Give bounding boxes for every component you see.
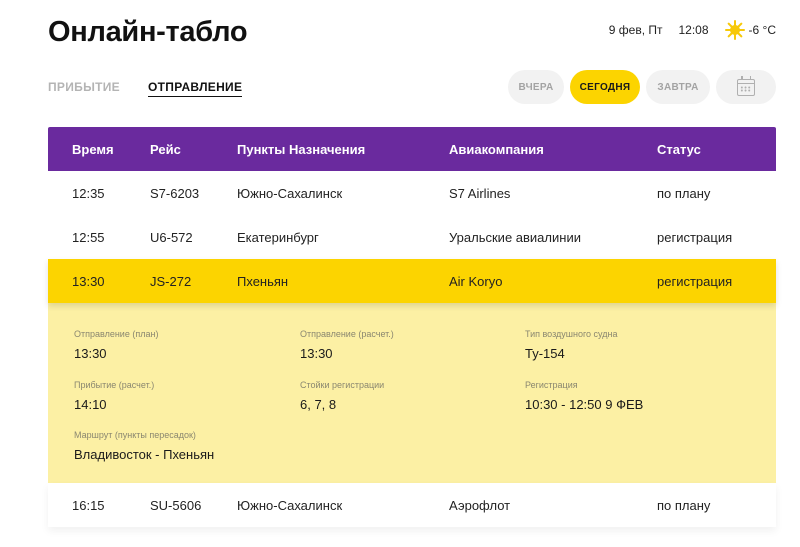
detail-label: Отправление (план) [74, 329, 159, 339]
direction-tabs: ПРИБЫТИЕ ОТПРАВЛЕНИЕ [48, 80, 270, 97]
column-header-destination: Пункты Назначения [237, 141, 366, 157]
detail-value: 10:30 - 12:50 9 ФЕВ [525, 397, 644, 412]
row-destination: Южно-Сахалинск [237, 185, 343, 201]
row-flight: U6-572 [150, 229, 193, 245]
detail-value: Владивосток - Пхеньян [74, 447, 215, 462]
calendar-button[interactable] [716, 70, 776, 104]
detail-label: Регистрация [525, 380, 578, 390]
row-flight: S7-6203 [150, 185, 200, 201]
table-row[interactable]: 12:35 S7-6203 Южно-Сахалинск S7 Airlines… [48, 171, 776, 215]
calendar-dots [740, 85, 751, 92]
row-airline: Уральские авиалинии [449, 229, 581, 245]
detail-arrival-estimated: Прибытие (расчет.) 14:10 [74, 380, 154, 412]
row-destination: Екатеринбург [237, 229, 319, 245]
day-tab-tomorrow[interactable]: ЗАВТРА [646, 70, 710, 104]
detail-value: 14:10 [74, 397, 107, 412]
row-destination: Пхеньян [237, 273, 289, 289]
column-header-time: Время [72, 141, 114, 157]
row-time: 16:15 [72, 497, 105, 513]
detail-route: Маршрут (пункты пересадок) Владивосток -… [74, 430, 214, 462]
detail-departure-estimated: Отправление (расчет.) 13:30 [300, 329, 394, 361]
row-status: регистрация [657, 229, 733, 245]
calendar-ring [749, 75, 751, 80]
row-status: по плану [657, 497, 711, 513]
detail-checkin-counters: Стойки регистрации 6, 7, 8 [300, 380, 384, 412]
day-tab-today[interactable]: СЕГОДНЯ [570, 70, 640, 104]
calendar-bar [738, 82, 754, 84]
sun-icon [724, 20, 745, 40]
table-row-selected[interactable]: 13:30 JS-272 Пхеньян Air Koryo регистрац… [48, 259, 776, 303]
current-date: 9 фев, Пт [608, 23, 663, 37]
row-status: по плану [657, 185, 711, 201]
calendar-ring [741, 75, 743, 80]
current-time: 12:08 [678, 23, 709, 37]
column-header-status: Статус [657, 141, 701, 157]
detail-label: Тип воздушного судна [525, 329, 618, 339]
sun-core [729, 25, 740, 35]
detail-label: Маршрут (пункты пересадок) [74, 430, 196, 440]
temperature: -6 °C [748, 23, 776, 37]
detail-value: 6, 7, 8 [300, 397, 337, 412]
tab-departures[interactable]: ОТПРАВЛЕНИЕ [148, 80, 243, 97]
detail-aircraft-type: Тип воздушного судна Ту-154 [525, 329, 617, 361]
row-status: регистрация [657, 273, 733, 289]
table-row[interactable]: 12:55 U6-572 Екатеринбург Уральские авиа… [48, 215, 776, 259]
row-airline: Аэрофлот [449, 497, 511, 513]
row-destination: Южно-Сахалинск [237, 497, 343, 513]
detail-value: 13:30 [300, 346, 333, 361]
column-header-flight: Рейс [150, 141, 181, 157]
table-header: Время Рейс Пункты Назначения Авиакомпани… [48, 127, 776, 171]
detail-label: Прибытие (расчет.) [74, 380, 155, 390]
row-airline: Air Koryo [449, 273, 503, 289]
flight-board: Время Рейс Пункты Назначения Авиакомпани… [48, 127, 776, 527]
row-flight: SU-5606 [150, 497, 202, 513]
calendar-icon [737, 75, 755, 96]
detail-label: Отправление (расчет.) [300, 329, 394, 339]
detail-label: Стойки регистрации [300, 380, 385, 390]
day-tabs: ВЧЕРА СЕГОДНЯ ЗАВТРА [502, 70, 776, 104]
row-time: 13:30 [72, 273, 105, 289]
detail-value: Ту-154 [525, 346, 565, 361]
detail-departure-plan: Отправление (план) 13:30 [74, 329, 158, 361]
tab-arrivals[interactable]: ПРИБЫТИЕ [48, 80, 120, 97]
table-row[interactable]: 16:15 SU-5606 Южно-Сахалинск Аэрофлот по… [48, 483, 776, 527]
row-time: 12:35 [72, 185, 105, 201]
row-flight: JS-272 [150, 273, 192, 289]
day-tab-yesterday[interactable]: ВЧЕРА [508, 70, 564, 104]
page-title: Онлайн-табло [48, 16, 248, 48]
row-airline: S7 Airlines [449, 185, 511, 201]
top-info-bar: 9 фев, Пт 12:08 -6 °C [608, 20, 776, 40]
detail-checkin: Регистрация 10:30 - 12:50 9 ФЕВ [525, 380, 643, 412]
flight-details-panel: Отправление (план) 13:30 Отправление (ра… [48, 303, 776, 483]
detail-value: 13:30 [74, 346, 107, 361]
row-time: 12:55 [72, 229, 105, 245]
column-header-airline: Авиакомпания [449, 141, 544, 157]
